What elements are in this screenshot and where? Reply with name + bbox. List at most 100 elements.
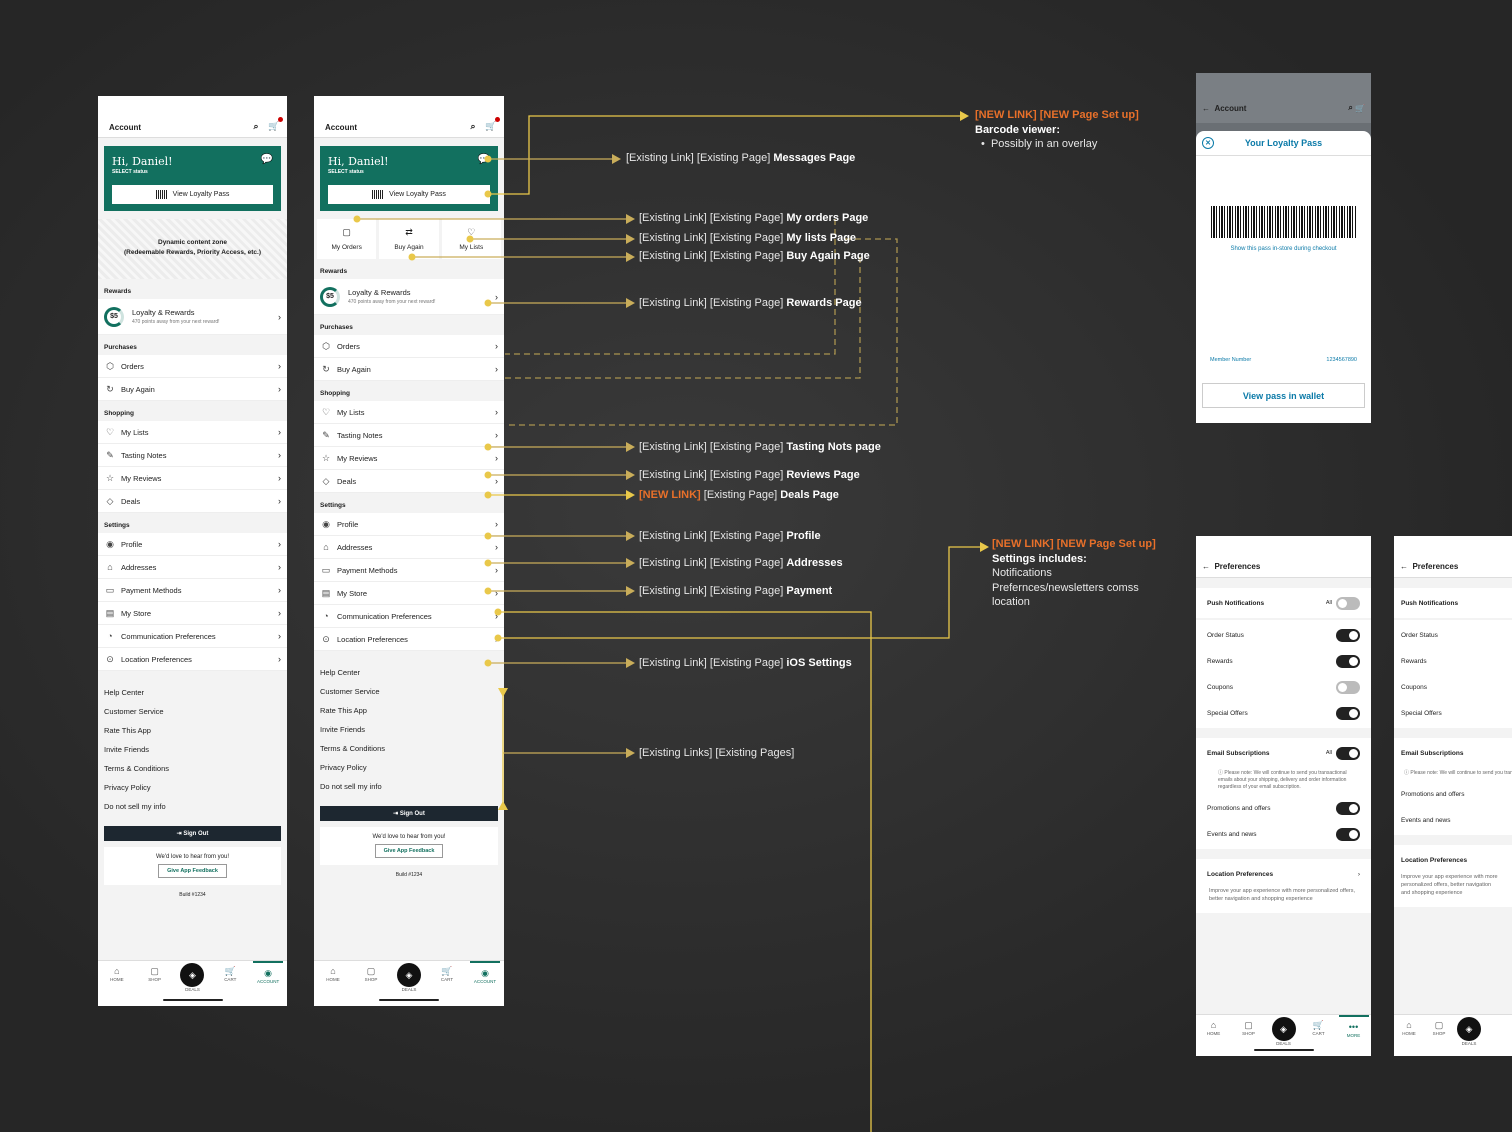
- annotation-orders: [Existing Link] [Existing Page] My order…: [639, 212, 868, 224]
- connector-dot: [484, 659, 492, 667]
- annotation-addresses: [Existing Link] [Existing Page] Addresse…: [639, 557, 843, 569]
- arrow-head: [626, 558, 635, 568]
- rewards-row: Rewards: [1394, 648, 1512, 674]
- annotation-new-tag: [NEW LINK] [NEW Page Set up]: [992, 538, 1156, 550]
- annotation-target: Tasting Nots page: [786, 441, 881, 453]
- back-arrow-icon: ←: [1202, 104, 1215, 113]
- tab-label: DEALS: [1461, 1041, 1477, 1046]
- annotation-buy-again: [Existing Link] [Existing Page] Buy Agai…: [639, 250, 870, 262]
- location-sub: Improve your app experience with more pe…: [1401, 874, 1498, 896]
- more-icon: •••: [1348, 1022, 1359, 1032]
- annotation-barcode: [NEW LINK] [NEW Page Set up] Barcode vie…: [975, 108, 1139, 152]
- annotation-target: My lists Page: [786, 232, 857, 244]
- annotation-target: Profile: [786, 530, 821, 542]
- location-row[interactable]: Location Preferences ›: [1196, 861, 1371, 887]
- rewards-toggle[interactable]: [1336, 654, 1360, 668]
- annotation-target: Addresses: [786, 557, 843, 569]
- connector-dot: [484, 587, 492, 595]
- arrow-head: [626, 586, 635, 596]
- annotation-target: Messages Page: [773, 152, 856, 164]
- home-icon: ⌂: [1210, 1020, 1217, 1030]
- location-group[interactable]: Location Preferences › Improve your app e…: [1196, 859, 1371, 913]
- coupons-row: Coupons: [1394, 674, 1512, 700]
- tab-label: HOME: [1206, 1031, 1221, 1036]
- connector-dot: [494, 608, 502, 616]
- annotation-line: Prefernces/newsletters comss: [992, 581, 1139, 594]
- connector-dot: [484, 471, 492, 479]
- email-all-toggle[interactable]: [1336, 746, 1360, 760]
- push-all-toggle[interactable]: [1336, 596, 1360, 610]
- special-offers-row: Special Offers: [1394, 700, 1512, 726]
- connector-dot: [408, 253, 416, 261]
- loyalty-pass-header: ✕ Your Loyalty Pass: [1196, 131, 1371, 156]
- annotation-text: [Existing Link] [Existing Page]: [639, 297, 787, 309]
- push-all-row: Push Notifications All: [1196, 590, 1371, 616]
- dashed-lists: [505, 238, 898, 426]
- view-pass-in-wallet-button[interactable]: View pass in wallet: [1202, 383, 1365, 408]
- email-note-text: Please note: We will continue to send yo…: [1410, 770, 1512, 776]
- pref-label: Rewards: [1207, 657, 1233, 665]
- pref-label: Promotions and offers: [1207, 804, 1271, 812]
- annotation-tasting: [Existing Link] [Existing Page] Tasting …: [639, 441, 881, 453]
- tab-deals[interactable]: ◈ DEALS: [1454, 1017, 1484, 1056]
- order-status-toggle[interactable]: [1336, 628, 1360, 642]
- promotions-toggle[interactable]: [1336, 801, 1360, 815]
- annotation-lists: [Existing Link] [Existing Page] My lists…: [639, 232, 856, 244]
- annotation-target: Buy Again Page: [786, 250, 870, 262]
- tab-label: HOME: [1402, 1031, 1416, 1036]
- bag-icon: ▢: [1434, 1020, 1444, 1030]
- location-row[interactable]: Location Preferences: [1394, 847, 1512, 873]
- dimmed-title: Account: [1214, 104, 1247, 113]
- annotation-messages: [Existing Link] [Existing Page] Messages…: [626, 152, 855, 164]
- arrow-head: [626, 298, 635, 308]
- tab-shop[interactable]: ▢ SHOP: [1424, 1019, 1454, 1056]
- location-title: Location Preferences: [1401, 856, 1468, 864]
- pref-label: Rewards: [1401, 657, 1427, 665]
- connector-dot: [484, 190, 492, 198]
- annotation-text: [Existing Link] [Existing Page]: [639, 585, 787, 597]
- annotation-new-tag: [NEW LINK]: [639, 489, 701, 501]
- back-arrow-icon[interactable]: ←: [1202, 562, 1214, 571]
- annotation-bullet: • Possibly in an overlay: [981, 138, 1098, 150]
- tab-home[interactable]: ⌂ HOME: [1199, 1019, 1229, 1056]
- tab-label: DEALS: [1276, 1041, 1291, 1046]
- location-sub: Improve your app experience with more pe…: [1209, 888, 1356, 902]
- annotation-payment: [Existing Link] [Existing Page] Payment: [639, 585, 832, 597]
- annotation-text: [Existing Link] [Existing Page]: [639, 657, 787, 669]
- pass-hint: Show this pass in-store during checkout: [1230, 246, 1337, 252]
- email-label: Email Subscriptions: [1401, 749, 1464, 757]
- push-label: Push Notifications: [1207, 599, 1265, 607]
- dimmed-top-bar: ← Account ⌕ 🛒: [1196, 73, 1371, 123]
- home-icon: ⌂: [1406, 1020, 1412, 1030]
- annotation-reviews: [Existing Link] [Existing Page] Reviews …: [639, 469, 860, 481]
- connector-dot: [484, 532, 492, 540]
- annotation-deals: [NEW LINK] [Existing Page] Deals Page: [639, 489, 839, 501]
- chevron-right-icon: ›: [1357, 870, 1360, 878]
- annotation-target: My orders Page: [786, 212, 869, 224]
- events-toggle[interactable]: [1336, 827, 1360, 841]
- search-icon: ⌕: [1348, 103, 1356, 112]
- tab-more[interactable]: ••• MORE: [1338, 1015, 1369, 1056]
- close-icon[interactable]: ✕: [1202, 137, 1214, 149]
- special-offers-toggle[interactable]: [1336, 706, 1360, 720]
- annotation-bullet-text: Possibly in an overlay: [990, 138, 1098, 150]
- back-arrow-icon[interactable]: ←: [1400, 562, 1412, 571]
- email-all-row: Email Subscriptions: [1394, 740, 1512, 766]
- connector-dot: [466, 235, 474, 243]
- coupons-toggle[interactable]: [1336, 680, 1360, 694]
- location-group[interactable]: Location Preferences Improve your app ex…: [1394, 845, 1512, 907]
- arrow-head: [626, 442, 635, 452]
- tab-label: SHOP: [1242, 1031, 1255, 1036]
- arrow-head: [626, 234, 635, 244]
- events-row: Events and news: [1196, 821, 1371, 847]
- pref-label: Promotions and offers: [1401, 790, 1465, 798]
- member-number: 1234567890: [1326, 357, 1357, 363]
- tab-home[interactable]: ⌂ HOME: [1394, 1019, 1424, 1056]
- annotation-text: [Existing Page]: [700, 489, 781, 501]
- push-label: Push Notifications: [1401, 599, 1459, 607]
- pref-label: Coupons: [1207, 683, 1234, 691]
- arrow-head: [626, 252, 635, 262]
- annotation-new-tag: [NEW LINK] [NEW Page Set up]: [975, 109, 1139, 121]
- arrow-head: [498, 801, 508, 810]
- annotation-title: Barcode viewer:: [975, 123, 1060, 136]
